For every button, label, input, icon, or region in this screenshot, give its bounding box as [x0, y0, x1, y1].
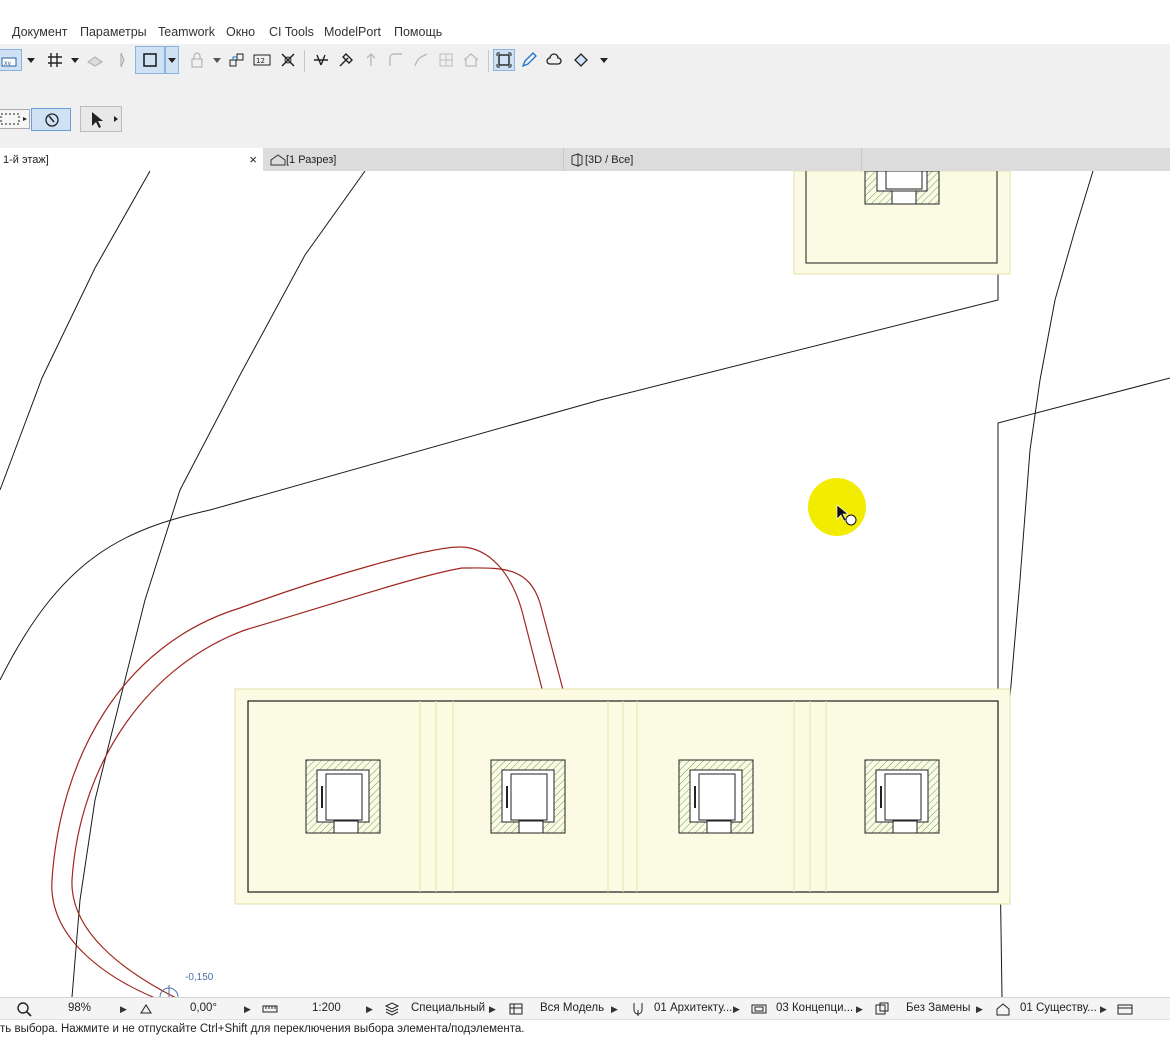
renovation-icon[interactable]: [995, 1001, 1011, 1017]
drawing-canvas[interactable]: -0,150: [0, 170, 1170, 1001]
shaft-2: [490, 759, 566, 834]
menu-modelport[interactable]: ModelPort: [324, 25, 381, 39]
arrow-tool-button[interactable]: [80, 106, 122, 132]
svg-text:xy: xy: [4, 60, 12, 67]
ruler-icon[interactable]: [262, 1001, 278, 1017]
elevation-label: -0,150: [185, 972, 214, 983]
hint-text: ть выбора. Нажмите и не отпускайте Ctrl+…: [0, 1023, 525, 1035]
chevron-right-icon[interactable]: ▶: [733, 1004, 740, 1015]
dimension-icon[interactable]: 12: [251, 49, 273, 71]
chevron-right-icon[interactable]: ▶: [489, 1004, 496, 1015]
contour-line: [0, 170, 151, 491]
intersect-icon[interactable]: [435, 49, 457, 71]
chevron-right-icon[interactable]: ▶: [611, 1004, 618, 1015]
chevron-right-icon[interactable]: ▶: [976, 1004, 983, 1015]
toolbar-divider: [488, 50, 489, 72]
tab-floor-plan[interactable]: 1-й этаж] ×: [0, 148, 263, 171]
close-icon[interactable]: ×: [249, 152, 257, 167]
model-view-value[interactable]: Вся Модель: [540, 1002, 604, 1014]
chevron-right-icon[interactable]: ▶: [856, 1004, 863, 1015]
menu-help[interactable]: Помощь: [394, 25, 442, 39]
chevron-down-icon[interactable]: [27, 56, 35, 64]
contour-line: [997, 377, 1170, 700]
model-view-icon[interactable]: [508, 1001, 524, 1017]
selection-method-button[interactable]: [0, 109, 30, 129]
coordinates-button[interactable]: xy: [0, 49, 22, 71]
zoom-value[interactable]: 98%: [68, 1002, 91, 1014]
pen-icon[interactable]: [518, 49, 540, 71]
suspend-groups-icon[interactable]: [493, 49, 515, 71]
guide-icon[interactable]: [110, 49, 132, 71]
tab-label: 1-й этаж]: [3, 153, 49, 166]
settings-icon[interactable]: [1117, 1001, 1133, 1017]
pen-set-value[interactable]: 01 Архитекту...: [654, 1002, 732, 1014]
paint-icon[interactable]: [570, 49, 592, 71]
fillet-icon[interactable]: [385, 49, 407, 71]
layer-icon[interactable]: [84, 49, 106, 71]
hint-bar: ть выбора. Нажмите и не отпускайте Ctrl+…: [0, 1019, 1170, 1039]
elevate-icon[interactable]: [360, 49, 382, 71]
shaft-top: [864, 170, 940, 205]
adjust-icon[interactable]: [335, 49, 357, 71]
menu-bar: Документ Параметры Teamwork Окно CI Tool…: [0, 20, 1170, 44]
lock-icon[interactable]: [186, 49, 208, 71]
chevron-right-icon[interactable]: ▶: [1100, 1004, 1107, 1015]
chevron-right-icon[interactable]: ▶: [244, 1004, 251, 1015]
scale-value[interactable]: 1:200: [312, 1002, 341, 1014]
menu-teamwork[interactable]: Teamwork: [158, 25, 215, 39]
menu-ci-tools[interactable]: CI Tools: [269, 25, 314, 39]
explode-icon[interactable]: [277, 49, 299, 71]
mvo-icon[interactable]: [751, 1001, 767, 1017]
tab-3d[interactable]: [3D / Все]: [566, 148, 862, 171]
standard-toolbar: xy 12: [0, 44, 1170, 79]
grid-icon[interactable]: [44, 49, 66, 71]
chevron-right-icon[interactable]: ▶: [120, 1004, 127, 1015]
toolbar-divider: [304, 50, 305, 72]
layer-combination-value[interactable]: Специальный: [411, 1002, 485, 1014]
group-icon[interactable]: [226, 49, 248, 71]
shaft-1: [305, 759, 381, 834]
contour-line: [999, 170, 1094, 998]
rotate-icon[interactable]: [138, 1001, 154, 1017]
override-icon[interactable]: [874, 1001, 890, 1017]
chevron-down-icon[interactable]: [600, 56, 608, 64]
shaft-3: [678, 759, 754, 834]
tab-section[interactable]: [1 Разрез]: [266, 148, 564, 171]
chevron-down-icon[interactable]: [213, 56, 221, 64]
roof-icon[interactable]: [460, 49, 482, 71]
menu-document[interactable]: Документ: [12, 25, 67, 39]
menu-options[interactable]: Параметры: [80, 25, 147, 39]
info-box-toolbar: [0, 78, 1170, 148]
mvo-value[interactable]: 03 Концепци...: [776, 1002, 853, 1014]
svg-text:12: 12: [256, 57, 265, 65]
renovation-value[interactable]: 01 Существу...: [1020, 1002, 1097, 1014]
chevron-down-icon[interactable]: [165, 46, 179, 74]
trim-icon[interactable]: [310, 49, 332, 71]
rotate-magic-wand-button[interactable]: [31, 108, 71, 131]
elevation-marker-icon: [159, 985, 179, 998]
layers-icon[interactable]: [384, 1001, 400, 1017]
section-icon: [270, 153, 286, 165]
tab-label: [3D / Все]: [585, 153, 634, 166]
angle-value[interactable]: 0,00°: [190, 1002, 217, 1014]
chevron-down-icon[interactable]: [71, 56, 79, 64]
tab-label: [1 Разрез]: [286, 153, 337, 166]
shaft-4: [864, 759, 940, 834]
curve-icon[interactable]: [410, 49, 432, 71]
chevron-right-icon[interactable]: ▶: [366, 1004, 373, 1015]
menu-window[interactable]: Окно: [226, 25, 255, 39]
override-value[interactable]: Без Замены: [906, 1002, 970, 1014]
status-bar: 98% ▶ 0,00° ▶ 1:200 ▶ Специальный ▶ Вся …: [0, 997, 1170, 1020]
floor-plan-drawing: [0, 170, 1170, 1001]
cloud-icon[interactable]: [543, 49, 565, 71]
view-tabs: 1-й этаж] × [1 Разрез] [3D / Все]: [0, 148, 1170, 171]
pen-set-icon[interactable]: [630, 1001, 646, 1017]
zoom-icon[interactable]: [16, 1001, 32, 1017]
3d-icon: [571, 152, 583, 167]
selection-frame-button[interactable]: [135, 46, 165, 74]
